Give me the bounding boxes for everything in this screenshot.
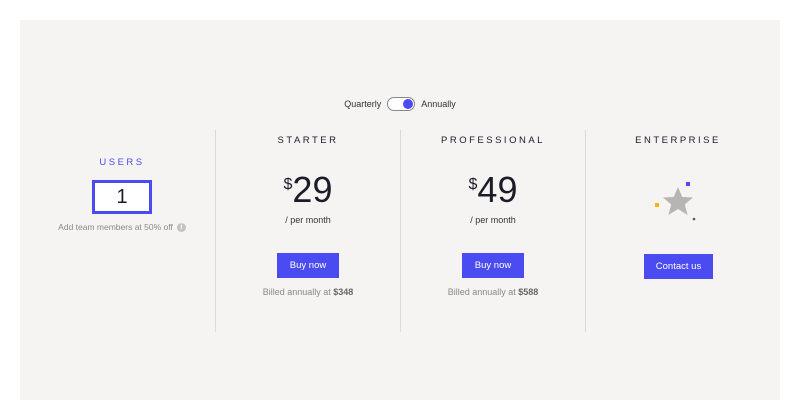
plan-title-enterprise: ENTERPRISE — [635, 135, 721, 146]
plan-price-professional: $49 — [403, 170, 583, 210]
column-divider — [400, 130, 401, 332]
quarterly-label[interactable]: Quarterly — [344, 99, 381, 109]
billed-amount: $348 — [333, 287, 354, 297]
users-note: Add team members at 50% off i — [22, 222, 222, 232]
users-note-text: Add team members at 50% off — [58, 222, 173, 232]
button-label: Buy now — [474, 260, 512, 271]
price-amount: 29 — [292, 169, 333, 210]
button-label: Buy now — [289, 260, 327, 271]
users-count-value: 1 — [116, 185, 128, 208]
billed-prefix: Billed annually at — [262, 287, 331, 297]
currency-symbol: $ — [283, 176, 293, 193]
buy-now-button-professional[interactable]: Buy now — [462, 253, 524, 278]
star-icon — [650, 180, 700, 225]
billing-toggle[interactable] — [387, 97, 416, 111]
price-period: / per month — [285, 215, 331, 225]
buy-now-button-starter[interactable]: Buy now — [277, 253, 339, 278]
button-label: Contact us — [655, 261, 702, 272]
contact-us-button[interactable]: Contact us — [644, 254, 713, 279]
toggle-knob — [403, 99, 414, 109]
billed-amount: $588 — [518, 287, 539, 297]
users-title: USERS — [99, 157, 145, 168]
billed-note-starter: Billed annually at $348 — [218, 287, 398, 297]
billing-toggle-row: Quarterly Annually — [0, 94, 800, 114]
price-amount: 49 — [477, 169, 518, 210]
billed-note-professional: Billed annually at $588 — [403, 287, 583, 297]
currency-symbol: $ — [468, 176, 478, 193]
price-period: / per month — [470, 215, 516, 225]
plan-price-starter: $29 — [218, 170, 398, 210]
plan-title-starter: STARTER — [277, 135, 339, 146]
billed-prefix: Billed annually at — [447, 287, 516, 297]
plan-title-professional: PROFESSIONAL — [441, 135, 545, 146]
info-icon[interactable]: i — [176, 222, 186, 232]
users-count-input[interactable]: 1 — [92, 180, 152, 214]
annually-label[interactable]: Annually — [421, 99, 456, 109]
column-divider — [585, 130, 586, 332]
